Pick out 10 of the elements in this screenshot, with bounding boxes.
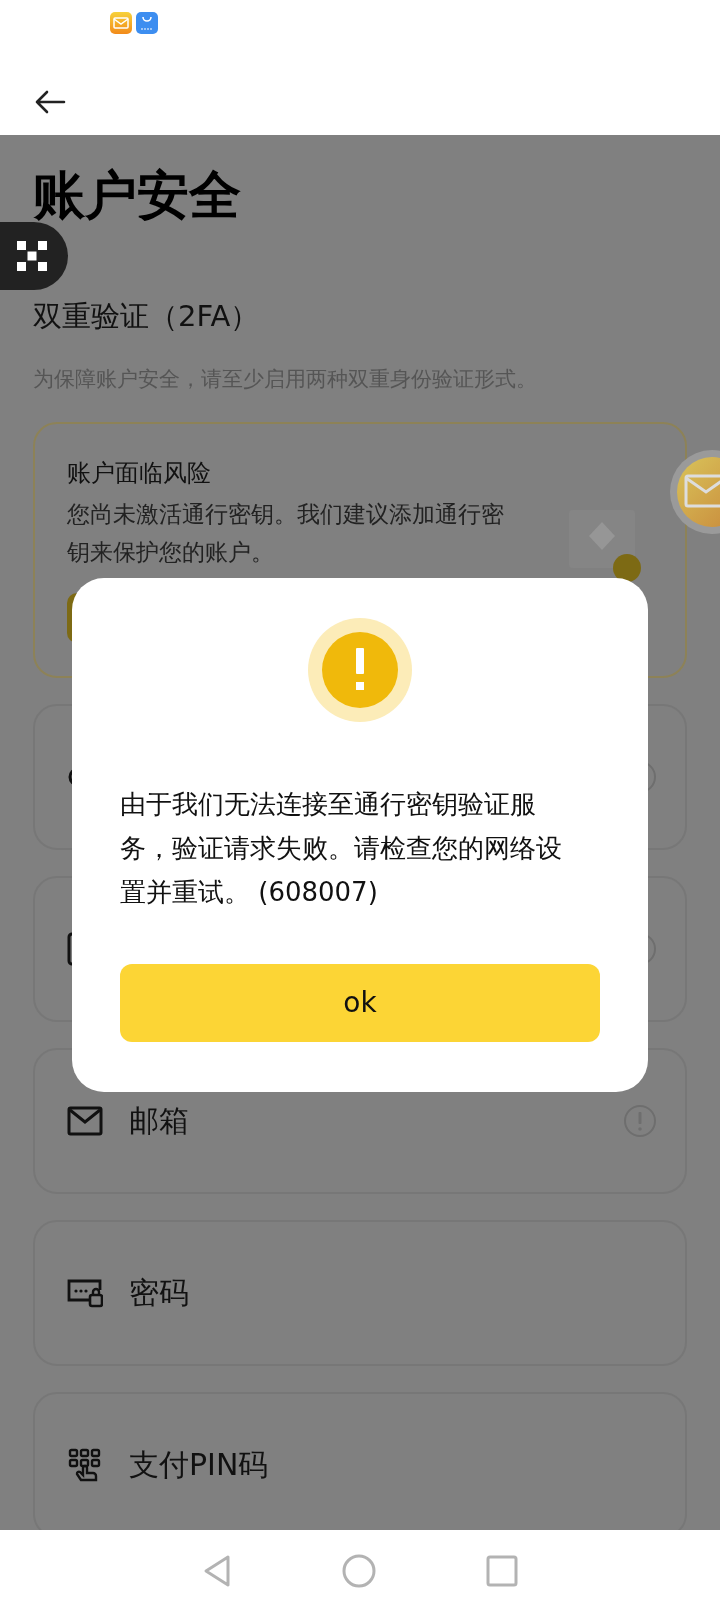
method-label: 支付PIN码 [129, 1446, 269, 1485]
page-title: 账户安全 [33, 164, 242, 227]
section-title: 双重验证（2FA） [33, 298, 261, 335]
method-card[interactable]: 密码 [33, 1220, 687, 1366]
dialog-message: 由于我们无法连接至通行密钥验证服务，验证请求失败。请检查您的网络设置并重试。 (608007) [120, 788, 563, 909]
risk-message: 您尚未激活通行密钥。我们建议添加通行密钥来保护您的账户。 [67, 500, 505, 568]
risk-title: 账户面临风险 [67, 458, 212, 489]
ok-button[interactable]: ok [120, 964, 600, 1042]
method-label: 邮箱 [129, 1102, 189, 1141]
method-label: 密码 [129, 1274, 189, 1313]
